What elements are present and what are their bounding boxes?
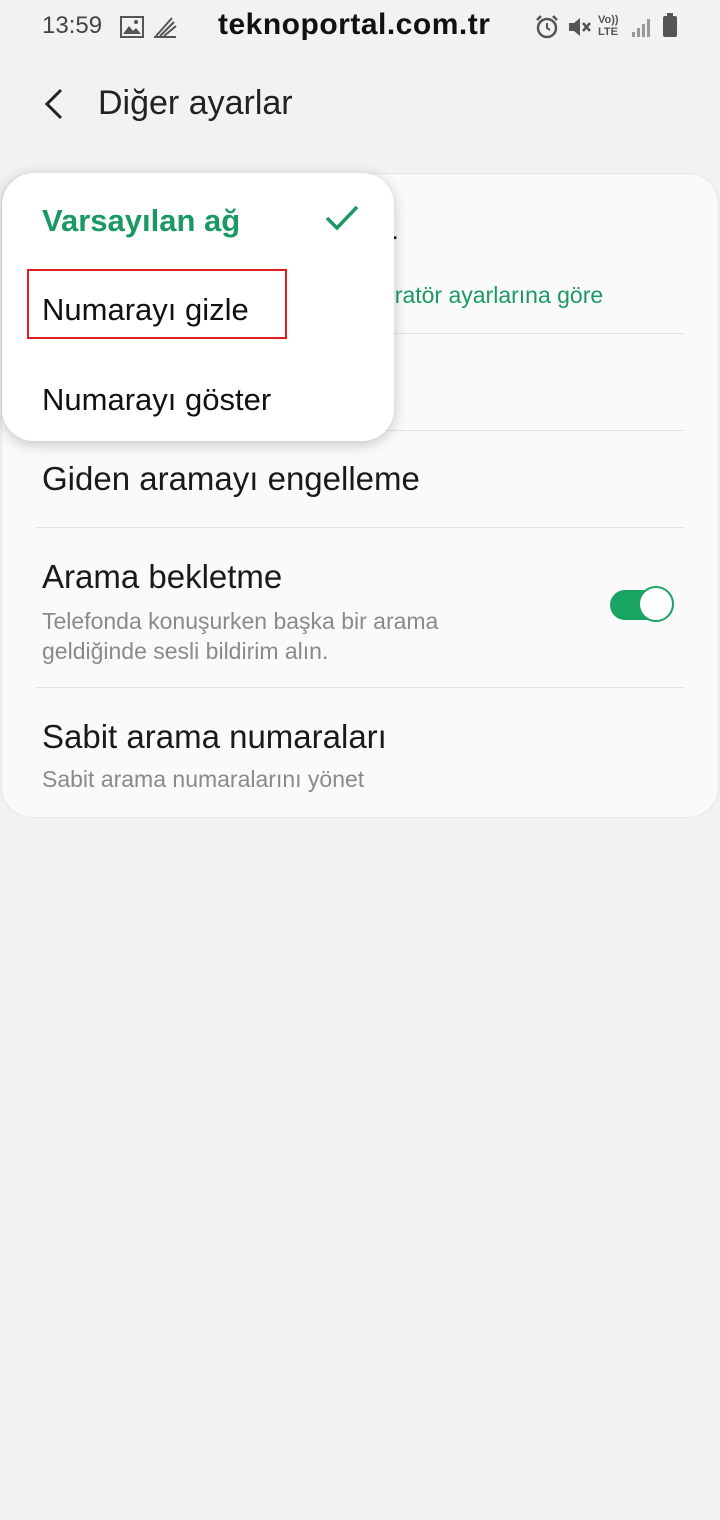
mute-icon bbox=[569, 18, 591, 36]
divider bbox=[36, 687, 684, 688]
call-waiting-title: Arama bekletme bbox=[42, 558, 283, 595]
back-arrow-icon bbox=[44, 88, 63, 120]
call-waiting-subtitle-line1: Telefonda konuşurken başka bir arama bbox=[42, 608, 439, 634]
back-button[interactable] bbox=[30, 80, 80, 130]
check-icon bbox=[325, 205, 359, 231]
menu-item-hide-number[interactable]: Numarayı gizle bbox=[42, 292, 249, 328]
page-title: Diğer ayarlar bbox=[98, 84, 293, 122]
header-bar: Diğer ayarlar bbox=[0, 70, 720, 140]
fixed-dialing-subtitle: Sabit arama numaralarını yönet bbox=[42, 766, 365, 792]
fixed-dialing-row[interactable]: Sabit arama numaraları Sabit arama numar… bbox=[42, 718, 682, 794]
outgoing-barring-row[interactable]: Giden aramayı engelleme bbox=[42, 460, 682, 498]
call-waiting-subtitle-line2: geldiğinde sesli bildirim alın. bbox=[42, 638, 329, 664]
fixed-dialing-title: Sabit arama numaraları bbox=[42, 718, 387, 755]
caller-id-popup-menu: Varsayılan ağ Numarayı gizle Numarayı gö… bbox=[2, 173, 394, 441]
image-icon bbox=[120, 16, 144, 38]
menu-item-show-number[interactable]: Numarayı göster bbox=[42, 382, 271, 418]
divider bbox=[36, 527, 684, 528]
caller-id-subtitle: eratör ayarlarına göre bbox=[382, 282, 604, 308]
outgoing-barring-title: Giden aramayı engelleme bbox=[42, 460, 420, 497]
watermark-text: teknoportal.com.tr bbox=[218, 8, 491, 41]
call-waiting-toggle[interactable] bbox=[608, 586, 674, 624]
volte-label-top: Vo)) bbox=[598, 14, 619, 26]
sync-icon bbox=[154, 17, 177, 38]
call-waiting-subtitle: Telefonda konuşurken başka bir arama gel… bbox=[42, 606, 598, 666]
volte-icon: Vo)) LTE bbox=[598, 14, 619, 38]
alarm-icon bbox=[536, 15, 558, 39]
status-time: 13:59 bbox=[42, 12, 103, 39]
call-waiting-row[interactable]: Arama bekletme Telefonda konuşurken başk… bbox=[42, 558, 598, 666]
battery-icon bbox=[663, 13, 677, 37]
menu-item-default-network[interactable]: Varsayılan ağ bbox=[42, 203, 240, 239]
signal-icon bbox=[632, 19, 650, 37]
status-bar: 13:59 teknoportal.com.tr Vo)) LTE bbox=[0, 0, 720, 56]
toggle-knob bbox=[638, 586, 674, 622]
volte-label-bottom: LTE bbox=[598, 26, 618, 38]
